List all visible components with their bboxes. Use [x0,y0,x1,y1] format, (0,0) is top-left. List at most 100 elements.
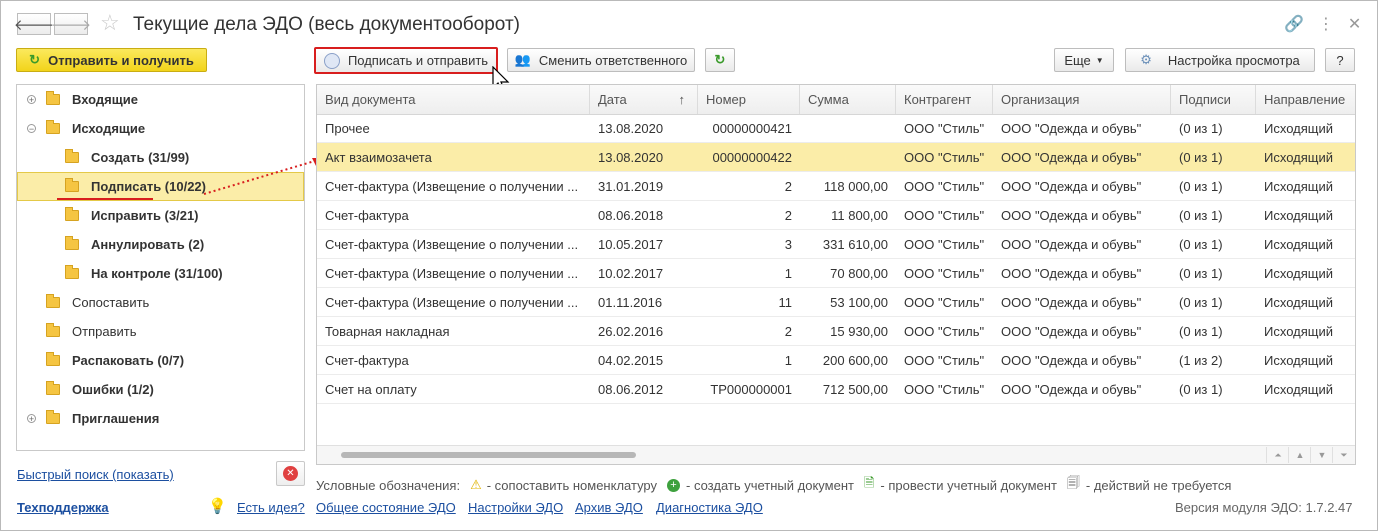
collapse-icon[interactable]: − [27,124,36,134]
scroll-first-icon[interactable]: ⏶ [1266,447,1289,463]
edo-diagnostics-link[interactable]: Диагностика ЭДО [656,500,763,515]
table-cell: Счет-фактура (Извещение о получении ... [325,295,579,310]
table-cell: ООО "Стиль" [904,324,985,339]
table-cell: Исходящий [1264,208,1333,223]
tree-item-create[interactable]: Создать (31/99) [65,143,189,172]
tree-item-incoming[interactable]: + Входящие [27,85,138,114]
edo-archive-link[interactable]: Архив ЭДО [575,500,643,515]
table-row[interactable]: Счет-фактура (Извещение о получении ... 3… [317,172,1355,201]
table-cell: (0 из 1) [1179,295,1223,310]
column-header[interactable]: Сумма [800,85,896,114]
table-row[interactable]: Счет-фактура (Извещение о получении ... 0… [317,288,1355,317]
edo-settings-link[interactable]: Настройки ЭДО [468,500,563,515]
arrow-right-icon: 🡒 [50,16,92,34]
table-cell: 15 930,00 [830,324,888,339]
documents-table: Вид документа Дата ↑ Номер Сумма Контраге… [316,84,1356,465]
column-header[interactable]: Подписи [1171,85,1256,114]
edo-state-link[interactable]: Общее состояние ЭДО [316,500,456,515]
table-row[interactable]: Счет-фактура 08.06.2018 2 11 800,00 ООО "Сти… [317,201,1355,230]
view-settings-button[interactable]: ⚙ Настройка просмотра [1125,48,1315,72]
table-cell: Исходящий [1264,179,1333,194]
close-icon[interactable]: ✕ [1348,16,1361,33]
table-cell: ООО "Одежда и обувь" [1001,295,1142,310]
folder-icon [46,120,60,134]
table-cell: Акт взаимозачета [325,150,432,165]
tree-item-control[interactable]: На контроле (31/100) [65,259,223,288]
expand-icon[interactable]: + [27,95,36,105]
quick-search-link[interactable]: Быстрый поиск (показать) [17,467,174,482]
post-document-icon: 🗎 [863,475,875,490]
send-receive-button[interactable]: ↻ Отправить и получить [16,48,207,72]
favorite-star-icon[interactable]: ☆ [100,12,120,34]
table-cell: ООО "Стиль" [904,295,985,310]
table-cell: 53 100,00 [830,295,888,310]
idea-link[interactable]: Есть идея? [237,500,305,515]
change-responsible-button[interactable]: 👥 Сменить ответственного [507,48,695,72]
tree-item-invitations[interactable]: + Приглашения [27,404,159,433]
table-cell: ООО "Стиль" [904,382,985,397]
table-cell: ООО "Одежда и обувь" [1001,179,1142,194]
table-cell: 11 [778,295,793,310]
table-cell: ООО "Одежда и обувь" [1001,150,1142,165]
horizontal-scrollbar[interactable]: ⏶ ▲ ▼ ⏷ [317,445,1355,464]
forward-button[interactable]: 🡒 [50,13,92,35]
scroll-down-icon[interactable]: ▼ [1310,447,1333,463]
folder-tree: + Входящие − Исходящие Создать (31/99) Под… [16,84,305,451]
tree-item-send[interactable]: Отправить [46,317,136,346]
window-controls: 🔗 ⋮ ✕ [1270,14,1361,34]
table-row[interactable]: Акт взаимозачета 13.08.2020 00000000422 ООО… [317,143,1355,172]
tree-item-outgoing[interactable]: − Исходящие [27,114,145,143]
expand-icon[interactable]: + [27,414,36,424]
table-row[interactable]: Товарная накладная 26.02.2016 2 15 930,00 ОО… [317,317,1355,346]
table-cell: Счет-фактура (Извещение о получении ... [325,237,579,252]
column-header[interactable]: Контрагент [896,85,993,114]
refresh-button[interactable]: ↻ [705,48,735,72]
users-icon: 👥 [514,52,531,67]
table-row[interactable]: Счет-фактура (Извещение о получении ... 1… [317,230,1355,259]
column-header[interactable]: Организация [993,85,1171,114]
table-row[interactable]: Счет-фактура 04.02.2015 1 200 600,00 ООО "Ст… [317,346,1355,375]
table-cell: ООО "Одежда и обувь" [1001,237,1142,252]
table-cell: 00000000422 [712,150,792,165]
table-row[interactable]: Прочее 13.08.2020 00000000421 ООО "Стиль" ОО… [317,114,1355,143]
more-menu-icon[interactable]: ⋮ [1318,16,1334,33]
signature-icon [323,52,340,69]
table-row[interactable]: Счет-фактура (Извещение о получении ... 1… [317,259,1355,288]
tree-item-match[interactable]: Сопоставить [46,288,149,317]
scroll-last-icon[interactable]: ⏷ [1332,447,1355,463]
lightbulb-icon: 💡 [208,498,227,515]
help-button[interactable]: ? [1325,48,1355,72]
clear-filter-button[interactable]: ✕ [276,461,305,486]
scrollbar-thumb[interactable] [341,452,636,458]
table-cell: (1 из 2) [1179,353,1223,368]
back-button[interactable]: 🡐 [13,13,55,35]
tree-item-errors[interactable]: Ошибки (1/2) [46,375,154,404]
table-row[interactable]: Счет на оплату 08.06.2012 ТР000000001 712 5… [317,375,1355,404]
column-header-date[interactable]: Дата ↑ [590,85,698,114]
column-header[interactable]: Направление [1256,85,1355,114]
tree-item-fix[interactable]: Исправить (3/21) [65,201,199,230]
scroll-up-icon[interactable]: ▲ [1288,447,1311,463]
arrow-left-icon: 🡐 [13,16,55,34]
table-cell: Исходящий [1264,266,1333,281]
support-link[interactable]: Техподдержка [17,500,109,515]
column-header[interactable]: Номер [698,85,800,114]
column-header[interactable]: Вид документа [317,85,590,114]
link-icon[interactable]: 🔗 [1284,16,1304,33]
plus-circle-icon: + [667,478,681,492]
table-cell: ООО "Стиль" [904,208,985,223]
tree-item-annul[interactable]: Аннулировать (2) [65,230,204,259]
table-cell [800,114,896,143]
table-cell: Исходящий [1264,382,1333,397]
table-cell: 2 [784,324,792,339]
tree-item-unpack[interactable]: Распаковать (0/7) [46,346,184,375]
folder-icon [46,294,60,308]
more-button[interactable]: Еще ▼ [1054,48,1114,72]
folder-icon [46,323,60,337]
table-cell: ООО "Стиль" [904,353,985,368]
table-cell: 10.05.2017 [598,237,664,252]
table-cell: 712 500,00 [822,382,888,397]
refresh-icon: ↻ [714,52,726,67]
table-cell: 31.01.2019 [598,179,664,194]
sign-send-button[interactable]: Подписать и отправить [314,47,498,74]
